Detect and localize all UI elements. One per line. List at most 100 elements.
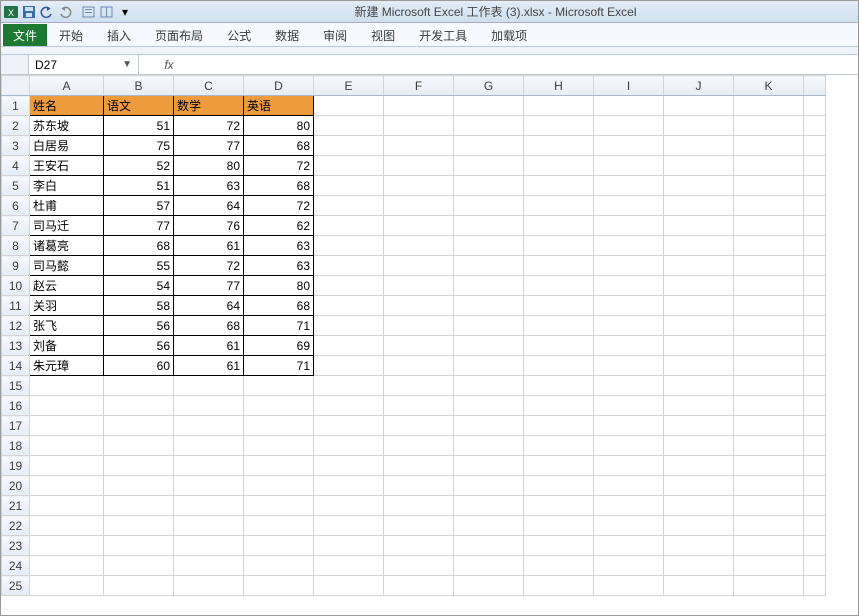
cell-C5[interactable]: 63 [174,176,244,196]
row-header-23[interactable]: 23 [2,536,30,556]
cell-I22[interactable] [594,516,664,536]
cell-K9[interactable] [734,256,804,276]
cell-I24[interactable] [594,556,664,576]
qat-icon-1[interactable] [81,4,97,20]
cell-5[interactable] [804,176,826,196]
cell-F4[interactable] [384,156,454,176]
ribbon-tab-6[interactable]: 视图 [359,24,407,46]
cell-K23[interactable] [734,536,804,556]
cell-G25[interactable] [454,576,524,596]
ribbon-tab-4[interactable]: 数据 [263,24,311,46]
cell-F9[interactable] [384,256,454,276]
cell-A10[interactable]: 赵云 [30,276,104,296]
cell-E20[interactable] [314,476,384,496]
formula-input[interactable] [179,55,858,74]
row-header-3[interactable]: 3 [2,136,30,156]
cell-F19[interactable] [384,456,454,476]
cell-B22[interactable] [104,516,174,536]
cell-E11[interactable] [314,296,384,316]
row-header-10[interactable]: 10 [2,276,30,296]
cell-D18[interactable] [244,436,314,456]
cell-J13[interactable] [664,336,734,356]
cell-J20[interactable] [664,476,734,496]
row-header-17[interactable]: 17 [2,416,30,436]
cell-A11[interactable]: 关羽 [30,296,104,316]
cell-I20[interactable] [594,476,664,496]
cell-B15[interactable] [104,376,174,396]
cell-G8[interactable] [454,236,524,256]
cell-J10[interactable] [664,276,734,296]
cell-K6[interactable] [734,196,804,216]
cell-G12[interactable] [454,316,524,336]
cell-E10[interactable] [314,276,384,296]
cell-A7[interactable]: 司马迁 [30,216,104,236]
cell-D3[interactable]: 68 [244,136,314,156]
ribbon-tab-2[interactable]: 页面布局 [143,24,215,46]
col-header-I[interactable]: I [594,76,664,96]
cell-K10[interactable] [734,276,804,296]
ribbon-tab-1[interactable]: 插入 [95,24,143,46]
cell-B10[interactable]: 54 [104,276,174,296]
cell-B17[interactable] [104,416,174,436]
cell-B7[interactable]: 77 [104,216,174,236]
cell-F11[interactable] [384,296,454,316]
cell-I21[interactable] [594,496,664,516]
cell-H5[interactable] [524,176,594,196]
cell-D9[interactable]: 63 [244,256,314,276]
cell-A17[interactable] [30,416,104,436]
row-header-7[interactable]: 7 [2,216,30,236]
cell-C11[interactable]: 64 [174,296,244,316]
cell-D15[interactable] [244,376,314,396]
fx-icon[interactable]: fx [159,58,179,72]
cell-E25[interactable] [314,576,384,596]
cell-E13[interactable] [314,336,384,356]
cell-7[interactable] [804,216,826,236]
cell-G6[interactable] [454,196,524,216]
cell-J23[interactable] [664,536,734,556]
cell-D19[interactable] [244,456,314,476]
cell-13[interactable] [804,336,826,356]
cell-F2[interactable] [384,116,454,136]
cell-D16[interactable] [244,396,314,416]
cell-K7[interactable] [734,216,804,236]
cell-C7[interactable]: 76 [174,216,244,236]
redo-icon[interactable] [57,4,73,20]
row-header-20[interactable]: 20 [2,476,30,496]
cell-H2[interactable] [524,116,594,136]
cell-G21[interactable] [454,496,524,516]
cell-A23[interactable] [30,536,104,556]
cell-A13[interactable]: 刘备 [30,336,104,356]
cell-12[interactable] [804,316,826,336]
cell-D2[interactable]: 80 [244,116,314,136]
cell-J11[interactable] [664,296,734,316]
cell-C8[interactable]: 61 [174,236,244,256]
cell-D1[interactable]: 英语 [244,96,314,116]
cell-G4[interactable] [454,156,524,176]
cell-B19[interactable] [104,456,174,476]
name-box-dropdown-icon[interactable]: ▼ [122,59,132,70]
cell-H14[interactable] [524,356,594,376]
cell-D22[interactable] [244,516,314,536]
cell-G10[interactable] [454,276,524,296]
cell-E14[interactable] [314,356,384,376]
row-header-13[interactable]: 13 [2,336,30,356]
ribbon-tab-3[interactable]: 公式 [215,24,263,46]
cell-G14[interactable] [454,356,524,376]
cell-I1[interactable] [594,96,664,116]
cell-K24[interactable] [734,556,804,576]
cell-C6[interactable]: 64 [174,196,244,216]
cell-B4[interactable]: 52 [104,156,174,176]
row-header-16[interactable]: 16 [2,396,30,416]
cell-21[interactable] [804,496,826,516]
cell-I9[interactable] [594,256,664,276]
row-header-19[interactable]: 19 [2,456,30,476]
cell-I18[interactable] [594,436,664,456]
row-header-22[interactable]: 22 [2,516,30,536]
row-header-14[interactable]: 14 [2,356,30,376]
cell-J3[interactable] [664,136,734,156]
cell-2[interactable] [804,116,826,136]
cell-B18[interactable] [104,436,174,456]
cell-A18[interactable] [30,436,104,456]
cell-C15[interactable] [174,376,244,396]
cell-B21[interactable] [104,496,174,516]
